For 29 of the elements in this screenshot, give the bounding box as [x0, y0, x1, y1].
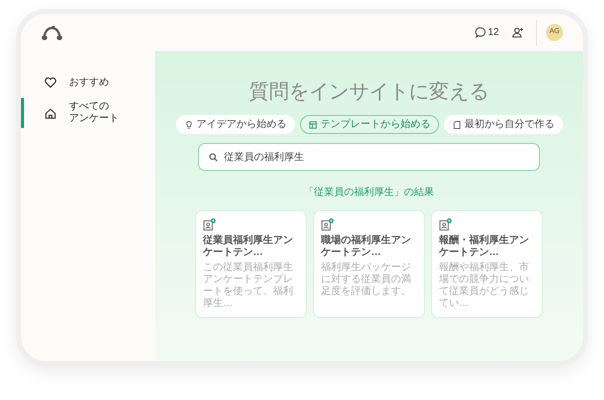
page-icon	[452, 120, 462, 130]
mode-tab[interactable]: アイデアから始める	[176, 115, 294, 134]
lightbulb-icon	[184, 120, 194, 130]
template-icon	[321, 218, 334, 231]
add-user-icon[interactable]	[512, 27, 524, 38]
comment-icon[interactable]	[474, 27, 486, 38]
search-field[interactable]: 従業員の福利厚生	[198, 143, 540, 171]
search-icon	[209, 153, 218, 162]
sidebar-item[interactable]: おすすめ	[21, 73, 155, 92]
card-title: 職場の福利厚生アンケートテン…	[321, 235, 412, 259]
results-caption: 「従業員の福利厚生」の結果	[304, 186, 434, 200]
template-card[interactable]: 報酬・福利厚生アンケートテン… 報酬や福利厚生、市場での競争力について従業員がどう感じてい…	[431, 210, 543, 318]
template-icon	[203, 218, 216, 231]
page-title: 質問をインサイトに変える	[249, 80, 489, 105]
comment-count: 12	[488, 26, 499, 40]
table-icon	[308, 120, 318, 130]
card-description: 福利厚生パッケージに対する従業員の満足度を評価します。	[321, 262, 412, 298]
card-title: 従業員福利厚生アンケートテン…	[203, 235, 294, 259]
heart-icon	[44, 76, 57, 89]
template-icon	[439, 218, 452, 231]
template-card[interactable]: 職場の福利厚生アンケートテン… 福利厚生パッケージに対する従業員の満足度を評価します。	[313, 210, 425, 318]
home-icon	[44, 106, 57, 120]
template-card[interactable]: 従業員福利厚生アンケートテン… この従業員福利厚生アンケートテンプレートを使って、福利厚生…	[195, 210, 307, 318]
mode-tab[interactable]: テンプレートから始める	[300, 115, 438, 134]
logo-icon[interactable]	[41, 26, 63, 40]
mode-tab[interactable]: 最初から自分で作る	[444, 115, 562, 134]
card-description: 報酬や福利厚生、市場での競争力について従業員がどう感じてい…	[439, 262, 530, 310]
card-description: この従業員福利厚生アンケートテンプレートを使って、福利厚生…	[203, 262, 294, 310]
card-title: 報酬・福利厚生アンケートテン…	[439, 235, 530, 259]
